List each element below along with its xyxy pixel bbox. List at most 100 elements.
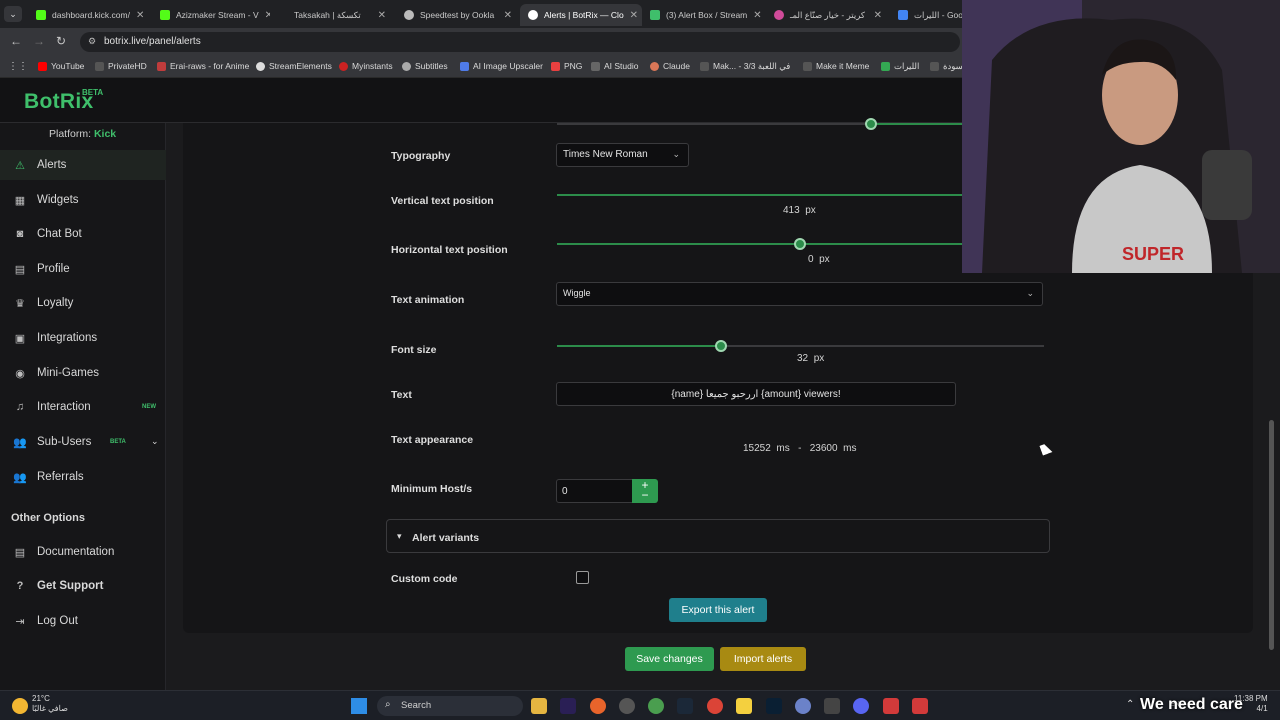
- browser-tab[interactable]: dashboard.kick.com/✕: [28, 4, 152, 26]
- sidebar-item-widgets[interactable]: ▦ Widgets: [0, 185, 166, 215]
- youtube-icon: [38, 61, 47, 71]
- font-size-slider[interactable]: [557, 340, 1044, 352]
- system-tray-chevron-icon[interactable]: ⌃: [1126, 699, 1134, 710]
- slider-thumb[interactable]: [794, 238, 806, 250]
- document-icon: ▤: [14, 546, 26, 559]
- chrome-icon[interactable]: [707, 698, 723, 714]
- tab-search-button[interactable]: ⌄: [4, 6, 22, 22]
- bookmark-item[interactable]: YouTube: [38, 61, 84, 71]
- page-scrollbar[interactable]: [1269, 420, 1274, 650]
- browser-tab[interactable]: Azizmaker Stream - V ✕: [152, 4, 270, 26]
- reload-icon[interactable]: ↻: [56, 34, 66, 48]
- close-icon[interactable]: ✕: [378, 10, 386, 21]
- minus-icon[interactable]: −: [632, 489, 658, 501]
- close-icon[interactable]: ✕: [630, 10, 638, 21]
- range-start-thumb[interactable]: [865, 118, 877, 130]
- discord-icon[interactable]: [853, 698, 869, 714]
- chrome-icon[interactable]: [648, 698, 664, 714]
- alert-variants-accordion[interactable]: ▾ Alert variants: [386, 519, 1050, 553]
- premiere-icon[interactable]: [560, 698, 576, 714]
- typography-select[interactable]: Times New Roman ⌄: [556, 143, 689, 167]
- minimum-host-label: Minimum Host/s: [391, 483, 473, 495]
- bookmark-item[interactable]: Myinstants: [339, 61, 393, 71]
- webcam-overlay: SUPER: [962, 0, 1280, 273]
- bookmark-item[interactable]: PNG: [551, 61, 582, 71]
- close-icon[interactable]: ✕: [753, 10, 761, 21]
- bookmark-item[interactable]: Make it Meme: [803, 61, 869, 71]
- sidebar-item-documentation[interactable]: ▤ Documentation: [0, 537, 166, 567]
- app-icon[interactable]: [912, 698, 928, 714]
- search-icon: ⌕: [385, 699, 391, 710]
- app-icon[interactable]: [619, 698, 635, 714]
- bookmark-item[interactable]: PrivateHD: [95, 61, 147, 71]
- sidebar-item-loyalty[interactable]: ♛ Loyalty: [0, 288, 166, 318]
- weather-icon[interactable]: [12, 698, 28, 714]
- close-icon[interactable]: ✕: [874, 10, 882, 21]
- text-animation-select[interactable]: Wiggle ⌄: [556, 282, 1043, 306]
- streamelements-icon: [256, 61, 265, 71]
- export-alert-button[interactable]: Export this alert: [669, 598, 767, 622]
- minimum-host-input[interactable]: 0: [556, 479, 633, 503]
- import-alerts-button[interactable]: Import alerts: [720, 647, 806, 671]
- sidebar-item-sub-users[interactable]: 👥 Sub-Users BETA ⌄: [0, 427, 166, 457]
- browser-tab[interactable]: الليرات - Google: [890, 4, 962, 26]
- bookmark-item[interactable]: AI Image Upscaler: [460, 61, 543, 71]
- new-badge: NEW: [142, 404, 156, 410]
- bookmark-item[interactable]: Mak... - 3/3 في اللعبة: [700, 61, 790, 72]
- horizontal-position-slider[interactable]: [557, 238, 962, 250]
- sidebar-item-mini-games[interactable]: ◉ Mini-Games: [0, 358, 166, 388]
- close-icon[interactable]: ✕: [136, 10, 144, 21]
- notes-icon[interactable]: [736, 698, 752, 714]
- url-field[interactable]: ⚙ botrix.live/panel/alerts: [80, 32, 960, 52]
- sidebar-item-integrations[interactable]: ▣ Integrations: [0, 323, 166, 353]
- forward-icon[interactable]: →: [33, 34, 45, 48]
- browser-tab[interactable]: Speedtest by Ookla ✕: [396, 4, 520, 26]
- streamer-webcam-image: SUPER: [962, 0, 1280, 273]
- chevron-down-icon: ⌄: [1026, 288, 1034, 298]
- browser-tab[interactable]: كريتر - خيار صنّاع المـ ✕: [766, 4, 890, 26]
- photoshop-icon[interactable]: [766, 698, 782, 714]
- sidebar-item-referrals[interactable]: 👥 Referrals: [0, 462, 166, 492]
- weather-widget[interactable]: 21°C صافي غالبًا: [32, 694, 68, 714]
- sidebar-item-interaction[interactable]: ♫ Interaction NEW: [0, 392, 166, 422]
- chevron-down-icon[interactable]: ⌄: [151, 436, 159, 447]
- apps-icon[interactable]: ⋮⋮: [8, 61, 28, 72]
- firefox-icon[interactable]: [590, 698, 606, 714]
- browser-tab[interactable]: (3) Alert Box / Stream ✕: [642, 4, 766, 26]
- file-explorer-icon[interactable]: [531, 698, 547, 714]
- quantity-stepper[interactable]: + −: [632, 479, 658, 503]
- custom-code-checkbox[interactable]: [576, 571, 589, 584]
- sidebar-item-get-support[interactable]: ? Get Support: [0, 571, 166, 601]
- bookmark-item[interactable]: Erai-raws - for Anime: [157, 61, 249, 71]
- back-icon[interactable]: ←: [10, 34, 22, 48]
- kick-icon: [36, 10, 46, 20]
- google-drive-icon: [881, 62, 890, 71]
- steam-icon[interactable]: [677, 698, 693, 714]
- png-icon: [551, 61, 560, 71]
- sidebar-item-profile[interactable]: ▤ Profile: [0, 254, 166, 284]
- app-icon[interactable]: [795, 698, 811, 714]
- sidebar-item-alerts[interactable]: ⚠ Alerts: [0, 150, 166, 180]
- bookmark-item[interactable]: StreamElements: [256, 61, 332, 71]
- app-icon[interactable]: [883, 698, 899, 714]
- sidebar-item-log-out[interactable]: ⇥ Log Out: [0, 606, 166, 636]
- save-changes-button[interactable]: Save changes: [625, 647, 714, 671]
- site-header: BotRix BETA: [0, 78, 962, 123]
- bookmark-item[interactable]: Claude: [650, 61, 690, 71]
- browser-tab-active[interactable]: Alerts | BotRix — Clo ✕: [520, 4, 642, 26]
- alert-text-input[interactable]: {name} اررحبو جميعا {amount} viewers!: [556, 382, 956, 406]
- app-icon[interactable]: [824, 698, 840, 714]
- bookmark-item[interactable]: AI Studio: [591, 61, 639, 71]
- vertical-position-slider[interactable]: [557, 194, 962, 196]
- slider-thumb[interactable]: [715, 340, 727, 352]
- sidebar-item-chat-bot[interactable]: ◙ Chat Bot: [0, 219, 166, 249]
- bookmark-item[interactable]: Subtitles: [402, 61, 448, 71]
- start-icon[interactable]: [351, 698, 367, 714]
- browser-tab[interactable]: Taksakah | تكسكة ✕: [270, 4, 394, 26]
- bookmark-item[interactable]: الليرات: [881, 61, 919, 72]
- taskbar-search[interactable]: ⌕ Search: [377, 696, 523, 716]
- sidebar: Platform: Kick ⚠ Alerts ▦ Widgets ◙ Chat Bo…: [0, 123, 166, 690]
- site-info-icon[interactable]: ⚙: [88, 36, 96, 47]
- bookmark-item[interactable]: سودة: [930, 61, 963, 72]
- close-icon[interactable]: ✕: [504, 10, 512, 21]
